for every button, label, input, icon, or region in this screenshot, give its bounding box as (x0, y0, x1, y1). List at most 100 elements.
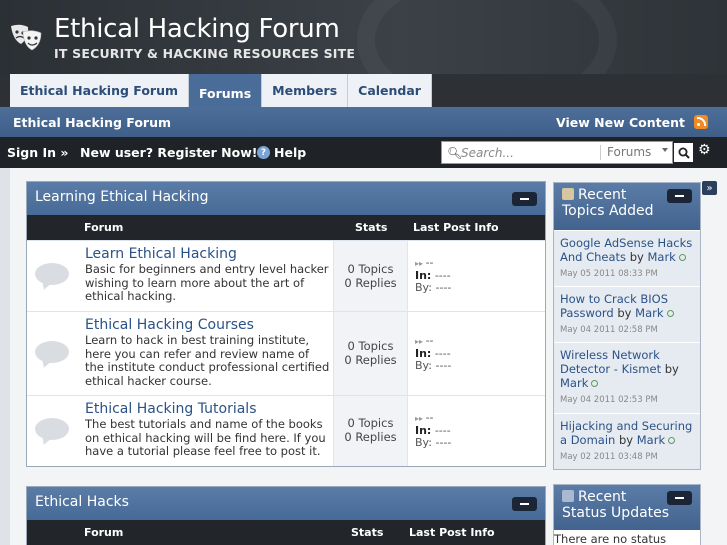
forum-title[interactable]: Learn Ethical Hacking (85, 246, 237, 262)
status-empty-text: There are no status (554, 532, 667, 545)
forum-row: Ethical Hacking Courses Learn to hack in… (27, 311, 545, 395)
topic-item: How to Crack BIOS Password by Mark May 0… (554, 286, 700, 342)
collapse-button[interactable] (512, 497, 537, 511)
column-forum: Forum (84, 221, 124, 234)
forum-title[interactable]: Ethical Hacking Courses (85, 317, 254, 333)
by-value: ---- (435, 359, 452, 372)
site-title[interactable]: Ethical Hacking Forum (54, 14, 340, 44)
collapse-button[interactable] (667, 491, 692, 505)
online-status-icon (591, 380, 599, 387)
forum-row: Learn Ethical Hacking Basic for beginner… (27, 240, 545, 311)
last-post-title[interactable]: -- (426, 411, 434, 424)
collapse-button[interactable] (512, 192, 537, 206)
main-tabs: Ethical Hacking Forum Forums Members Cal… (10, 74, 432, 107)
header-decoration (357, 0, 617, 74)
column-last-post: Last Post Info (409, 526, 495, 539)
column-stats: Stats (351, 526, 384, 539)
breadcrumb[interactable]: Ethical Hacking Forum (13, 115, 171, 130)
search-scope-select[interactable]: Forums (607, 145, 651, 159)
reply-count: 0 Replies (344, 353, 397, 367)
status-icon (562, 490, 574, 502)
topic-author[interactable]: Mark (635, 306, 663, 320)
category-header: Learning Ethical Hacking (27, 182, 545, 215)
search-divider (600, 145, 601, 160)
last-post-info: ▸▸ -- In: ---- By: ---- (415, 257, 451, 294)
forum-row: Ethical Hacking Tutorials The best tutor… (27, 395, 545, 466)
search-input[interactable] (461, 144, 591, 161)
topic-item: Hijacking and Securing a Domain by Mark … (554, 413, 700, 469)
last-post-title[interactable]: -- (426, 334, 434, 347)
forum-status-icon (35, 418, 69, 440)
forum-title[interactable]: Ethical Hacking Tutorials (85, 401, 257, 417)
recent-topics-header: Recent Topics Added (554, 183, 700, 230)
column-last-post: Last Post Info (413, 221, 499, 234)
reply-count: 0 Replies (344, 276, 397, 290)
view-new-content-link[interactable]: View New Content (556, 115, 685, 130)
category-title[interactable]: Learning Ethical Hacking (35, 189, 209, 205)
forum-stats: 0 Topics 0 Replies (333, 396, 408, 466)
topic-item: Wireless Network Detector - Kismet by Ma… (554, 342, 700, 413)
recent-topics-block: Recent Topics Added Google AdSense Hacks… (553, 182, 701, 470)
help-link[interactable]: ? Help (257, 145, 306, 160)
forum-description: The best tutorials and name of the books… (85, 417, 326, 458)
topic-date: May 02 2011 03:48 PM (560, 452, 658, 462)
masks-logo-icon[interactable] (8, 20, 44, 56)
reply-count: 0 Replies (344, 430, 397, 444)
search-submit-button[interactable] (674, 143, 693, 162)
collapse-button[interactable] (667, 189, 692, 203)
by-value: ---- (435, 281, 452, 294)
sidebar-toggle-button[interactable]: » (702, 181, 717, 195)
last-post-info: ▸▸ -- In: ---- By: ---- (415, 412, 451, 449)
search-box: 🔍︎ Forums (441, 141, 673, 164)
category-ethical-hacks: Ethical Hacks Forum Stats Last Post Info (26, 486, 546, 545)
recent-topics-title-2: Topics Added (562, 203, 654, 219)
topic-by: by (664, 362, 679, 376)
forum-stats: 0 Topics 0 Replies (333, 312, 408, 395)
topic-item: Google AdSense Hacks And Cheats by Mark … (554, 230, 700, 286)
forum-stats: 0 Topics 0 Replies (333, 241, 408, 311)
column-stats: Stats (355, 221, 388, 234)
topic-link[interactable]: Wireless Network Detector - Kismet (560, 348, 661, 376)
last-post-title[interactable]: -- (426, 256, 434, 269)
rss-icon[interactable] (694, 115, 708, 129)
topics-icon (562, 188, 574, 200)
topic-author[interactable]: Mark (637, 433, 665, 447)
nav-bar: Ethical Hacking Forum View New Content (0, 107, 727, 137)
topic-count: 0 Topics (347, 416, 394, 430)
by-label: By: (415, 436, 432, 449)
search-icon (678, 147, 690, 159)
site-header: Ethical Hacking Forum IT SECURITY & HACK… (0, 0, 727, 74)
register-link[interactable]: New user? Register Now! (80, 145, 257, 160)
recent-topics-title-1: Recent (578, 187, 627, 203)
topic-author[interactable]: Mark (647, 250, 675, 264)
category-title[interactable]: Ethical Hacks (35, 494, 129, 510)
category-header: Ethical Hacks (27, 487, 545, 520)
tab-calendar[interactable]: Calendar (348, 74, 432, 107)
topic-count: 0 Topics (347, 339, 394, 353)
category-learning-ethical-hacking: Learning Ethical Hacking Forum Stats Las… (26, 181, 546, 467)
sign-in-link[interactable]: Sign In » (7, 145, 68, 160)
topic-date: May 04 2011 02:53 PM (560, 395, 658, 405)
last-post-arrow-icon: ▸▸ (415, 259, 426, 268)
status-updates-title-1: Recent (578, 489, 627, 505)
forum-description: Learn to hack in best training institute… (85, 333, 330, 388)
last-post-arrow-icon: ▸▸ (415, 337, 426, 346)
tab-forums[interactable]: Forums (189, 74, 263, 107)
by-value: ---- (435, 436, 452, 449)
topic-by: by (629, 250, 644, 264)
tab-members[interactable]: Members (262, 74, 349, 107)
topic-by: by (618, 433, 634, 447)
tab-ethical-hacking-forum[interactable]: Ethical Hacking Forum (10, 74, 189, 107)
status-updates-header: Recent Status Updates (554, 485, 700, 530)
by-label: By: (415, 359, 432, 372)
status-updates-title-2: Status Updates (562, 505, 670, 521)
status-updates-block: Recent Status Updates There are no statu… (553, 484, 701, 545)
gear-icon[interactable]: ⚙ (698, 142, 711, 158)
forum-status-icon (35, 263, 69, 285)
topic-author[interactable]: Mark (560, 376, 588, 390)
topic-count: 0 Topics (347, 262, 394, 276)
topic-by: by (617, 306, 632, 320)
forum-description: Basic for beginners and entry level hack… (85, 262, 329, 303)
help-icon: ? (257, 146, 270, 159)
column-forum: Forum (84, 526, 124, 539)
